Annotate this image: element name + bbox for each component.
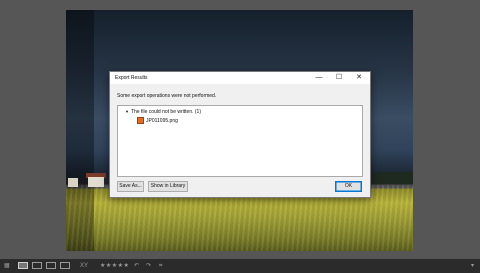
results-tree[interactable]: ▼ The file could not be written. (1) JP01… — [117, 105, 363, 177]
crop-icon[interactable]: ⌗ — [159, 262, 162, 270]
survey-view-icon[interactable] — [46, 262, 56, 269]
collapse-arrow-icon[interactable]: ▼ — [125, 109, 129, 114]
dialog-title: Export Results — [115, 75, 148, 81]
tree-group-label: The file could not be written. (1) — [130, 109, 202, 115]
minimize-button[interactable]: — — [309, 73, 329, 83]
tree-file-row[interactable]: JP011095.png — [137, 117, 178, 124]
save-as-button[interactable]: Save As... — [117, 181, 144, 192]
image-file-icon — [137, 117, 144, 124]
ok-button[interactable]: OK — [335, 181, 362, 192]
people-view-icon[interactable] — [60, 262, 70, 269]
compare-icon[interactable]: XY — [80, 262, 88, 270]
export-results-dialog: Export Results — ☐ ✕ Some export operati… — [109, 71, 371, 198]
dialog-titlebar: Export Results — ☐ ✕ — [110, 72, 370, 84]
loupe-view-icon[interactable] — [18, 262, 28, 269]
compare-view-icon[interactable] — [32, 262, 42, 269]
farmhouse — [66, 173, 106, 189]
maximize-button[interactable]: ☐ — [329, 73, 349, 83]
show-in-library-button[interactable]: Show in Library — [148, 181, 188, 192]
rotate-right-icon[interactable]: ↷ — [146, 262, 151, 270]
dialog-message: Some export operations were not performe… — [117, 93, 217, 99]
filmstrip-toolbar: ▦ XY ★★★★★ ↶ ↷ ⌗ ▾ — [0, 259, 480, 273]
tree-file-label: JP011095.png — [146, 117, 178, 124]
treeline — [373, 172, 413, 184]
star-rating[interactable]: ★★★★★ — [100, 262, 129, 270]
grid-view-icon[interactable]: ▦ — [4, 262, 10, 270]
tree-group-row[interactable]: ▼ The file could not be written. (1) — [125, 109, 201, 115]
toolbar-menu-icon[interactable]: ▾ — [471, 262, 474, 269]
rotate-left-icon[interactable]: ↶ — [134, 262, 139, 270]
close-button[interactable]: ✕ — [349, 73, 369, 83]
